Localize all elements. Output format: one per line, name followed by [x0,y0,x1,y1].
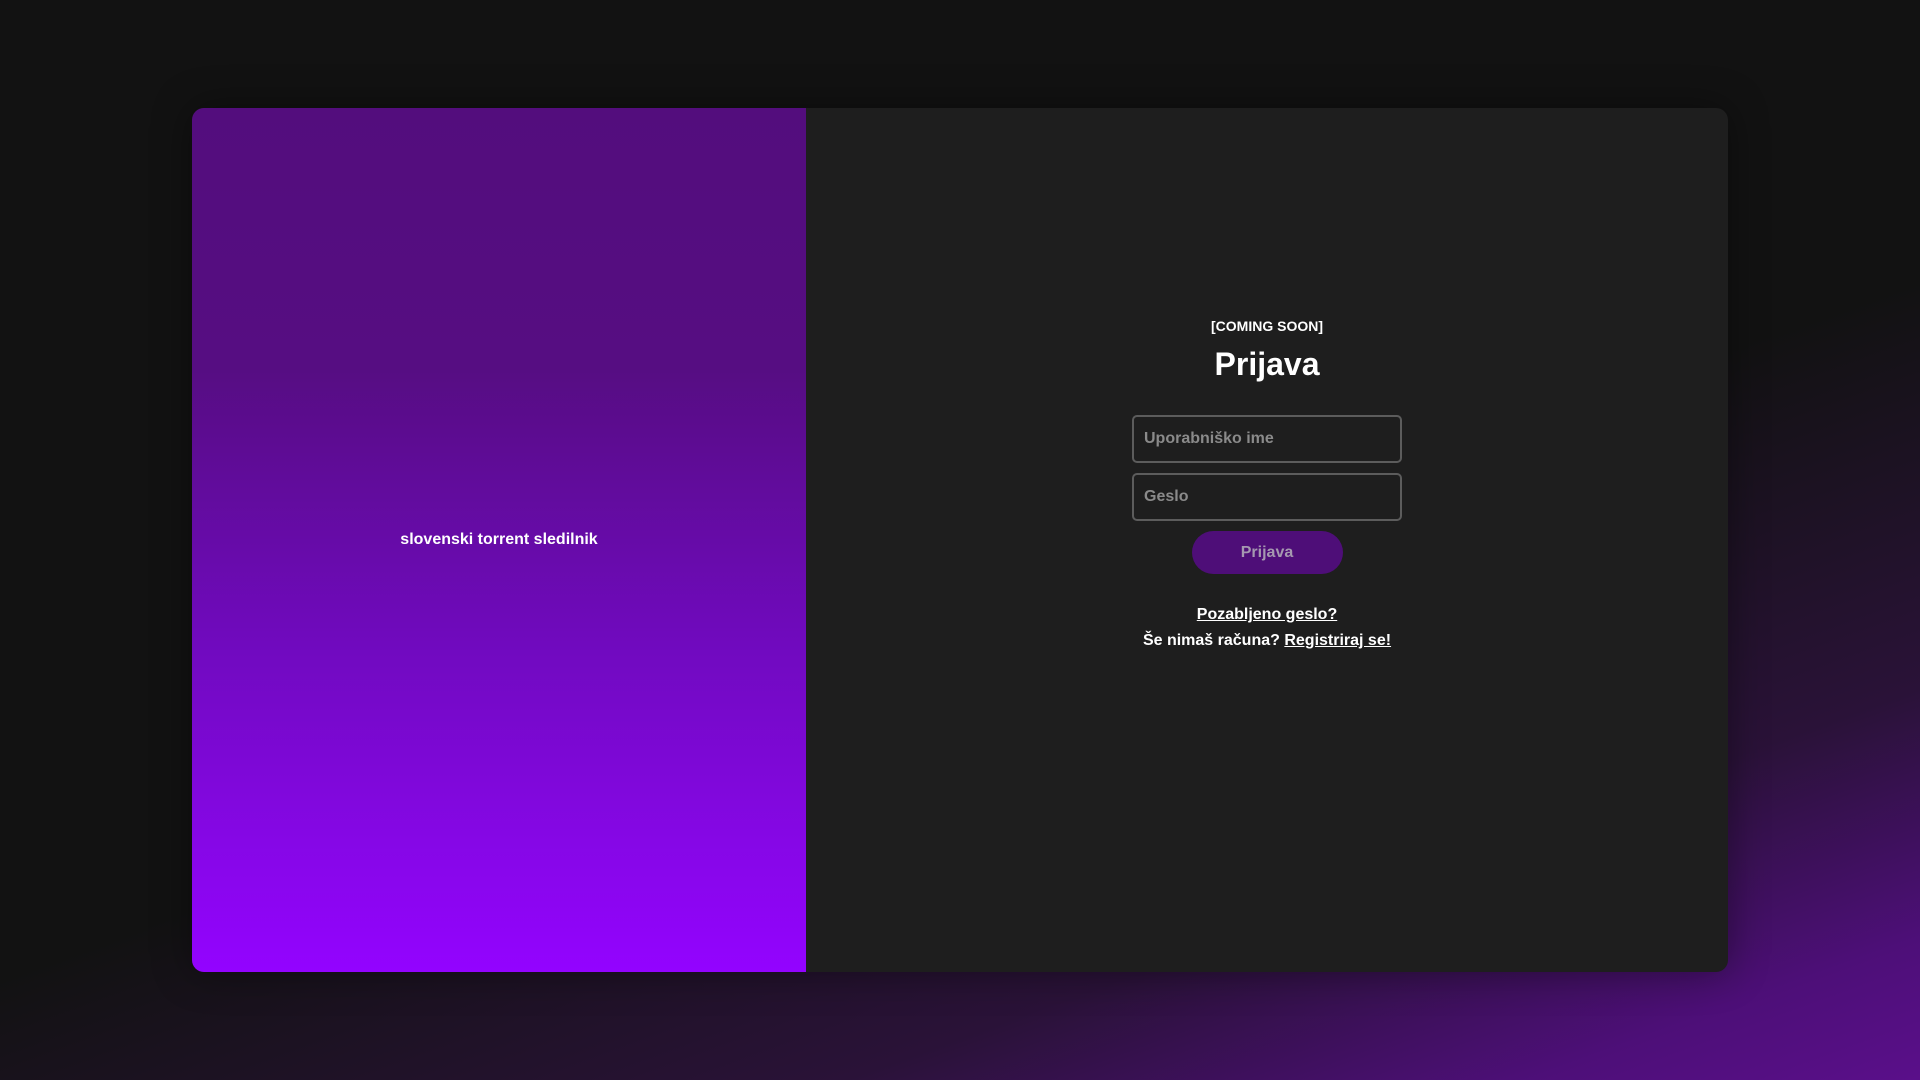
login-card: slovenski torrent sledilnik [COMING SOON… [192,108,1728,972]
brand-tagline: slovenski torrent sledilnik [400,531,598,548]
login-button[interactable]: Prijava [1191,531,1343,574]
page-title: Prijava [1214,346,1320,382]
brand-panel: slovenski torrent sledilnik [192,108,806,972]
password-input[interactable] [1132,473,1402,521]
login-panel: [COMING SOON] Prijava Prijava Pozabljeno… [806,108,1728,972]
coming-soon-notice: [COMING SOON] [1211,318,1323,334]
signup-prompt: Še nimaš računa? [1142,632,1280,649]
signup-line: Še nimaš računa? Registriraj se! [1143,632,1391,650]
username-input[interactable] [1132,415,1402,463]
forgot-password-link[interactable]: Pozabljeno geslo? [1197,606,1337,624]
register-link[interactable]: Registriraj se! [1284,632,1391,649]
